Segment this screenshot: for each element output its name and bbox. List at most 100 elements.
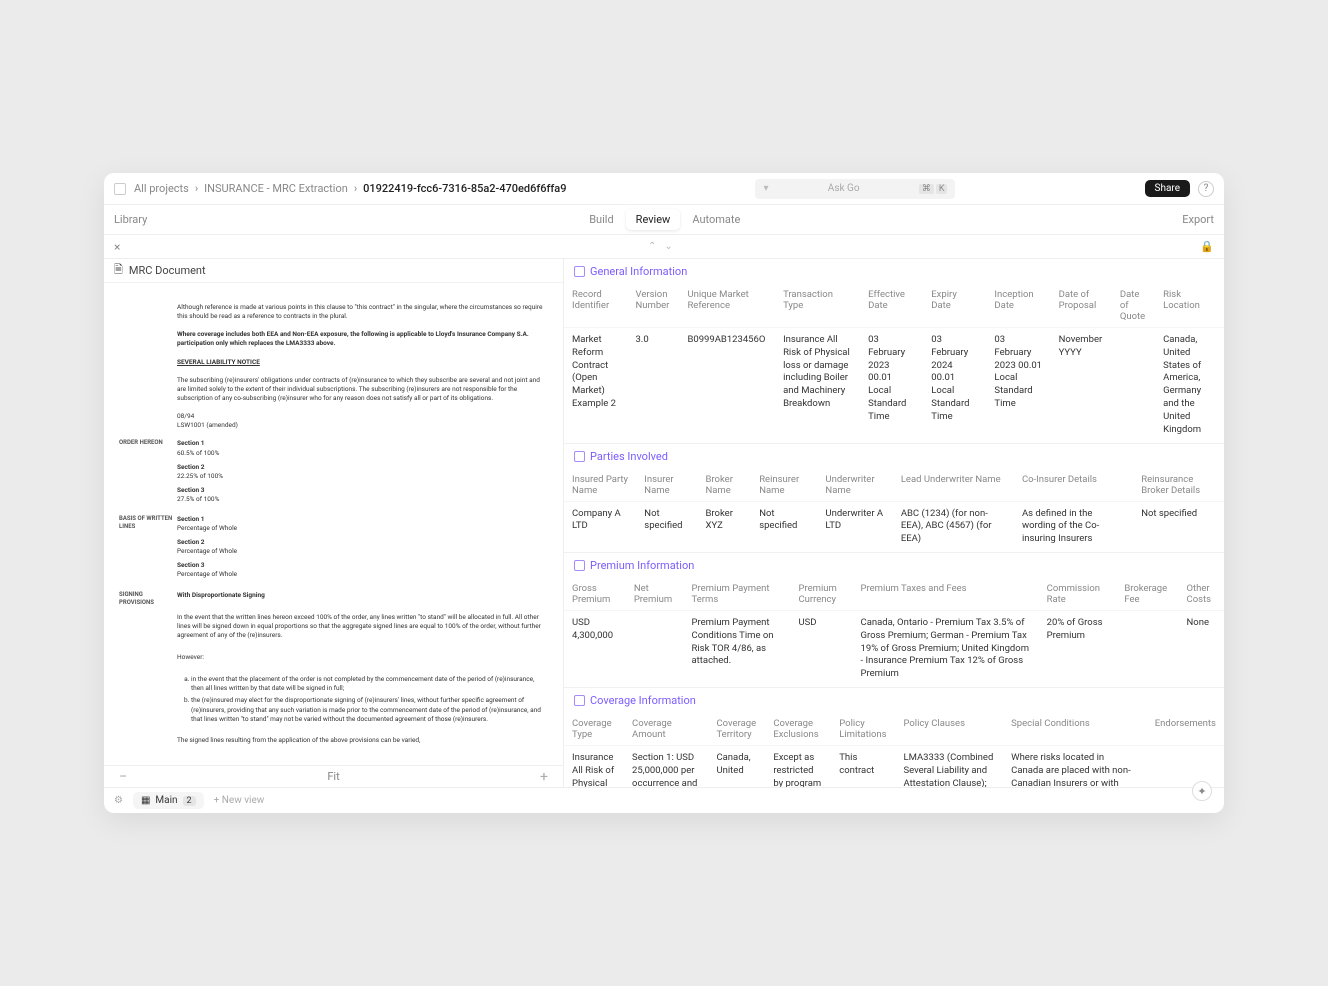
footer: ⚙ ▦Main 2 + New view: [104, 787, 1224, 813]
cell[interactable]: [1116, 610, 1178, 687]
section-icon: [574, 266, 585, 277]
col-header: Coverage Amount: [624, 713, 708, 746]
tabbar: Library Build Review Automate Export: [104, 205, 1224, 235]
cell[interactable]: Where risks located in Canada are placed…: [1003, 746, 1147, 788]
cell[interactable]: 03 February 2023 00.01 Local Standard Ti…: [860, 328, 923, 443]
col-header: Insured Party Name: [564, 469, 636, 502]
section-premium: Premium Information Gross PremiumNet Pre…: [564, 553, 1224, 688]
col-header: Other Costs: [1179, 578, 1224, 611]
cell[interactable]: 03 February 2024 00.01 Local Standard Ti…: [923, 328, 986, 443]
cell[interactable]: Broker XYZ: [697, 501, 751, 552]
lock-icon[interactable]: 🔒: [1200, 240, 1214, 253]
cell[interactable]: USD 4,300,000: [564, 610, 626, 687]
col-header: Reinsurance Broker Details: [1133, 469, 1224, 502]
col-header: Premium Currency: [790, 578, 852, 611]
section-general: General Information Record IdentifierVer…: [564, 259, 1224, 444]
cell[interactable]: Canada, Ontario - Premium Tax 3.5% of Gr…: [853, 610, 1039, 687]
library-label[interactable]: Library: [114, 213, 147, 226]
zoom-in-button[interactable]: +: [540, 769, 548, 785]
cell[interactable]: B0999AB123456O: [679, 328, 775, 443]
tab-automate[interactable]: Automate: [682, 209, 750, 230]
search-wrap: ▾ Ask Go ⌘K: [574, 179, 1136, 199]
data-panel[interactable]: General Information Record IdentifierVer…: [564, 259, 1224, 787]
col-header: Insurer Name: [636, 469, 697, 502]
view-main[interactable]: ▦Main 2: [133, 792, 204, 809]
cell[interactable]: Not specified: [1133, 501, 1224, 552]
new-view-button[interactable]: + New view: [214, 795, 265, 806]
zoom-label[interactable]: Fit: [327, 770, 339, 783]
section-icon: [574, 695, 585, 706]
cell[interactable]: [626, 610, 684, 687]
cell[interactable]: 20% of Gross Premium: [1039, 610, 1117, 687]
cell[interactable]: Insurance All Risk of Physical: [564, 746, 624, 788]
col-header: Gross Premium: [564, 578, 626, 611]
breadcrumb: All projects› INSURANCE - MRC Extraction…: [134, 182, 566, 195]
col-header: Risk Location: [1155, 284, 1224, 328]
search-placeholder: Ask Go: [828, 183, 860, 194]
cell[interactable]: [1147, 746, 1224, 788]
cell[interactable]: Canada, United: [708, 746, 765, 788]
col-header: Policy Limitations: [831, 713, 895, 746]
cell[interactable]: Except as restricted by program sub-limi…: [765, 746, 831, 788]
export-button[interactable]: Export: [1182, 213, 1214, 226]
col-header: Inception Date: [986, 284, 1050, 328]
crumb-item[interactable]: 01922419-fcc6-7316-85a2-470ed6f6ffa9: [363, 182, 566, 195]
col-header: Coverage Type: [564, 713, 624, 746]
crumb-project[interactable]: INSURANCE - MRC Extraction: [204, 182, 348, 195]
sidebar-toggle-icon[interactable]: [114, 183, 126, 195]
cell[interactable]: Section 1: USD 25,000,000 per occurrence…: [624, 746, 708, 788]
col-header: Date of Proposal: [1051, 284, 1112, 328]
search-input[interactable]: ▾ Ask Go ⌘K: [755, 179, 955, 199]
cell[interactable]: 03 February 2023 00.01 Local Standard Ti…: [986, 328, 1050, 443]
tab-review[interactable]: Review: [626, 209, 681, 230]
section-coverage: Coverage Information Coverage TypeCovera…: [564, 688, 1224, 787]
cell[interactable]: ABC (1234) (for non-EEA), ABC (4567) (fo…: [893, 501, 1014, 552]
section-parties: Parties Involved Insured Party NameInsur…: [564, 444, 1224, 553]
close-icon[interactable]: ×: [114, 240, 120, 254]
cell[interactable]: November YYYY: [1051, 328, 1112, 443]
doc-content[interactable]: Although reference is made at various po…: [104, 283, 563, 765]
cell[interactable]: As defined in the wording of the Co-insu…: [1014, 501, 1133, 552]
cell[interactable]: Premium Payment Conditions Time on Risk …: [684, 610, 791, 687]
cell[interactable]: Insurance All Risk of Physical loss or d…: [775, 328, 860, 443]
cell[interactable]: None: [1179, 610, 1224, 687]
col-header: Unique Market Reference: [679, 284, 775, 328]
cell[interactable]: [1112, 328, 1155, 443]
up-icon[interactable]: ⌃: [648, 241, 656, 252]
col-header: Effective Date: [860, 284, 923, 328]
fab-button[interactable]: ✦: [1192, 781, 1212, 801]
col-header: Policy Clauses: [895, 713, 1003, 746]
col-header: Expiry Date: [923, 284, 986, 328]
col-header: Underwriter Name: [817, 469, 892, 502]
doc-title: MRC Document: [129, 264, 206, 277]
tab-build[interactable]: Build: [579, 209, 623, 230]
crumb-root[interactable]: All projects: [134, 182, 189, 195]
cell[interactable]: Not specified: [636, 501, 697, 552]
col-header: Premium Payment Terms: [684, 578, 791, 611]
col-header: Version Number: [627, 284, 679, 328]
main: 🗎 MRC Document Although reference is mad…: [104, 259, 1224, 787]
help-icon[interactable]: ?: [1198, 181, 1214, 197]
cell[interactable]: Company A LTD: [564, 501, 636, 552]
cell[interactable]: This contract: [831, 746, 895, 788]
subbar: × ⌃ ⌄ 🔒: [104, 235, 1224, 259]
share-button[interactable]: Share: [1145, 180, 1190, 197]
cell[interactable]: 3.0: [627, 328, 679, 443]
document-panel: 🗎 MRC Document Although reference is mad…: [104, 259, 564, 787]
down-icon[interactable]: ⌄: [664, 241, 672, 252]
cell[interactable]: Canada, United States of America, German…: [1155, 328, 1224, 443]
cell[interactable]: LMA3333 (Combined Several Liability and …: [895, 746, 1003, 788]
cell[interactable]: Underwriter A LTD: [817, 501, 892, 552]
col-header: Date of Quote: [1112, 284, 1155, 328]
cell[interactable]: Not specified: [751, 501, 817, 552]
cell[interactable]: USD: [790, 610, 852, 687]
col-header: Broker Name: [697, 469, 751, 502]
cell[interactable]: Market Reform Contract (Open Market) Exa…: [564, 328, 627, 443]
col-header: Brokerage Fee: [1116, 578, 1178, 611]
zoom-out-button[interactable]: −: [119, 769, 127, 785]
col-header: Net Premium: [626, 578, 684, 611]
col-header: Lead Underwriter Name: [893, 469, 1014, 502]
col-header: Transaction Type: [775, 284, 860, 328]
filter-icon[interactable]: ⚙: [114, 795, 123, 806]
col-header: Special Conditions: [1003, 713, 1147, 746]
